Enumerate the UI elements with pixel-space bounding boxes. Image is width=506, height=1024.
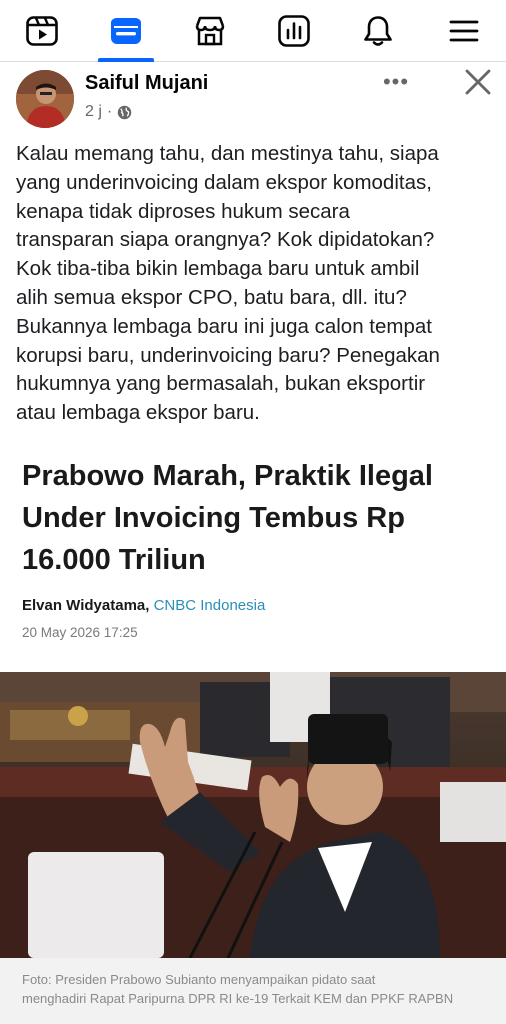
- dashboard-icon: [278, 15, 310, 47]
- marketplace-icon: [195, 16, 225, 46]
- headline-line: 16.000 Triliun: [22, 544, 206, 576]
- article-photo[interactable]: [0, 672, 506, 958]
- article-headline[interactable]: Prabowo Marah, Praktik Ilegal Under Invo…: [22, 455, 492, 581]
- top-navigation-bar: [0, 0, 506, 62]
- headline-line: Prabowo Marah, Praktik Ilegal: [22, 460, 433, 492]
- bell-icon: [364, 16, 392, 46]
- post-text-line: atau lembaga ekspor baru.: [16, 401, 260, 425]
- article-byline: Elvan Widyatama, CNBC Indonesia: [22, 597, 265, 614]
- author-avatar[interactable]: [16, 70, 74, 128]
- close-icon: [465, 69, 491, 95]
- post-text-line: Bukannya lembaga baru ini juga calon tem…: [16, 314, 432, 338]
- post-author-name[interactable]: Saiful Mujani: [85, 72, 208, 95]
- article-date: 20 May 2026 17:25: [22, 625, 138, 640]
- nav-video-tab[interactable]: [0, 0, 84, 62]
- photo-caption: Foto: Presiden Prabowo Subianto menyampa…: [0, 958, 506, 1024]
- post-options-button[interactable]: •••: [378, 69, 414, 94]
- post-text-line: Kok tiba-tiba bikin lembaga baru untuk a…: [16, 257, 420, 281]
- separator-dot: ·: [106, 103, 113, 120]
- hide-post-button[interactable]: [462, 66, 494, 98]
- post-timestamp[interactable]: 2 j: [85, 103, 102, 121]
- article-outlet[interactable]: CNBC Indonesia: [154, 597, 266, 614]
- post-text-line: korupsi baru, underinvoicing baru? Peneg…: [16, 343, 440, 367]
- nav-notifications-tab[interactable]: [336, 0, 420, 62]
- feed-icon: [111, 18, 141, 44]
- post-text-line: kenapa tidak diproses hukum secara: [16, 199, 350, 223]
- menu-icon: [449, 20, 479, 42]
- post-text-line: alih semua ekspor CPO, batu bara, dll. i…: [16, 285, 407, 309]
- headline-line: Under Invoicing Tembus Rp: [22, 502, 405, 534]
- nav-feed-tab[interactable]: [84, 0, 168, 62]
- nav-menu-tab[interactable]: [422, 0, 506, 62]
- video-icon: [26, 16, 58, 46]
- post-text-line: Kalau memang tahu, dan mestinya tahu, si…: [16, 142, 439, 165]
- caption-line: Foto: Presiden Prabowo Subianto menyampa…: [22, 972, 376, 987]
- post-text-line: transparan siapa orangnya? Kok dipidatok…: [16, 228, 435, 252]
- article-author: Elvan Widyatama,: [22, 597, 150, 614]
- caption-line: menghadiri Rapat Paripurna DPR RI ke-19 …: [22, 991, 454, 1006]
- post-body-text: Kalau memang tahu, dan mestinya tahu, si…: [16, 140, 496, 428]
- post-text-line: hukumnya yang bermasalah, bukan eksporti…: [16, 372, 426, 396]
- nav-dashboard-tab[interactable]: [252, 0, 336, 62]
- post-meta: 2 j ·: [85, 103, 132, 121]
- post-text-line: yang underinvoicing dalam ekspor komodit…: [16, 170, 432, 194]
- nav-marketplace-tab[interactable]: [168, 0, 252, 62]
- globe-icon: [117, 105, 132, 119]
